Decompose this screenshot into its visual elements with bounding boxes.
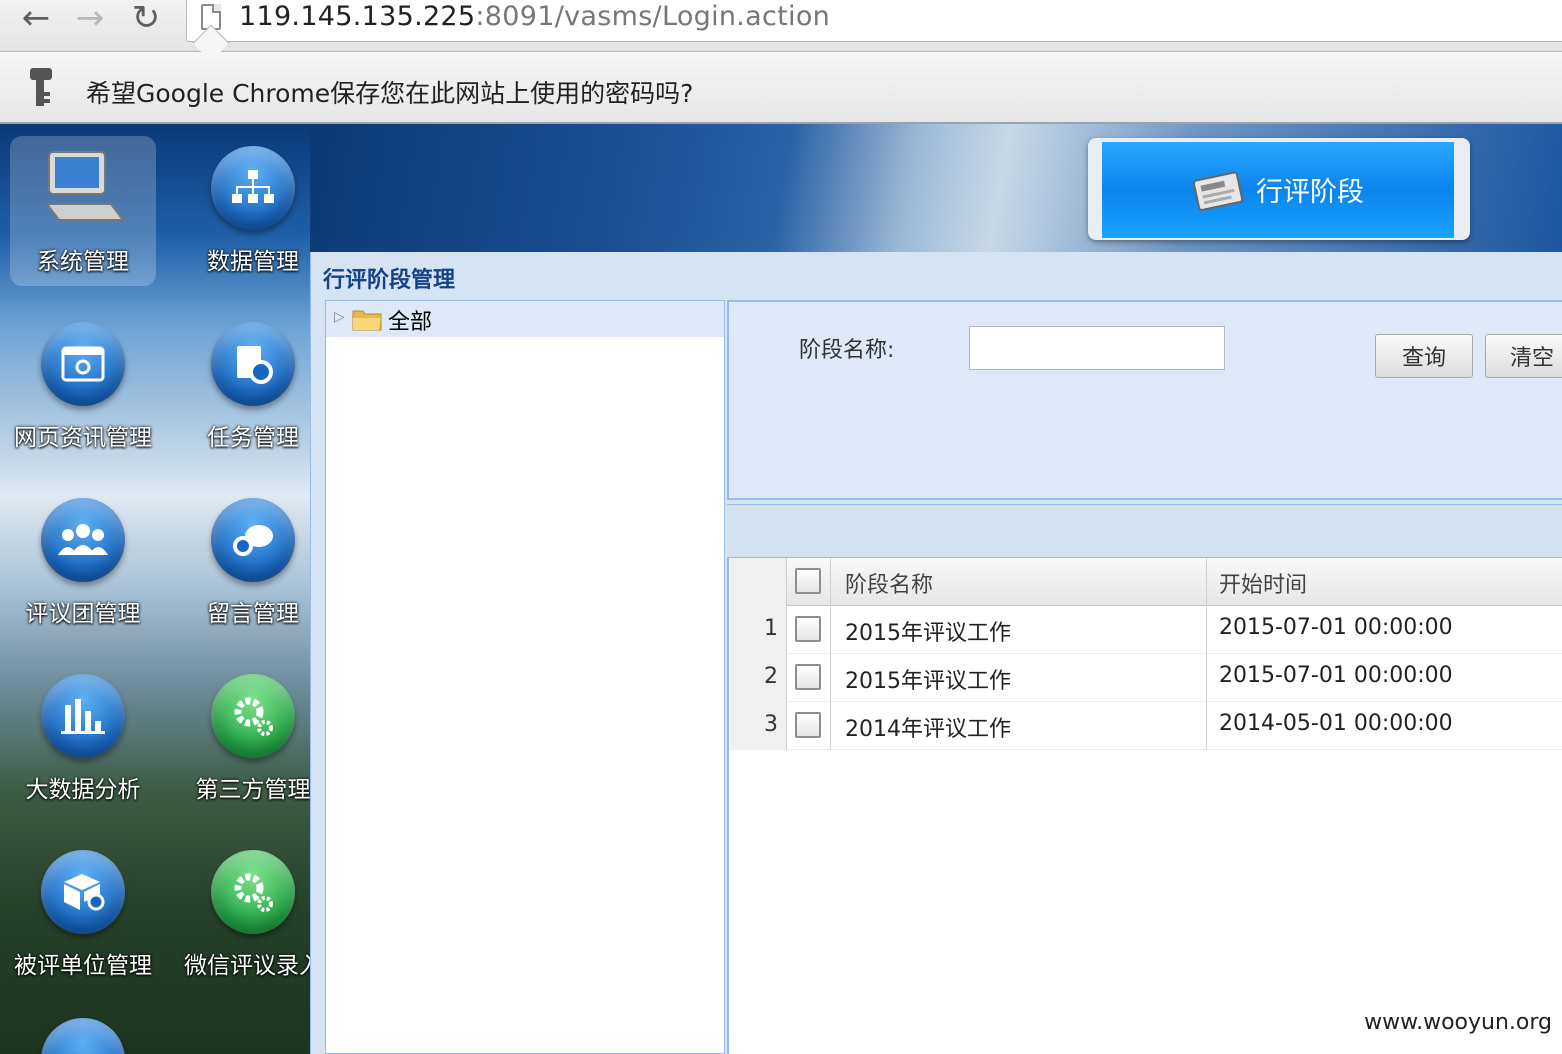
stage-management-window: 行评阶段管理 ▷ 全部 阶段名称: 查询 清空 阶段名称 开始时间 1 2015… [310, 252, 1562, 1054]
grid-header: 阶段名称 开始时间 [729, 558, 1562, 606]
gears-icon [211, 674, 295, 758]
select-all-cell [787, 558, 831, 606]
group-icon [41, 498, 125, 582]
query-button[interactable]: 查询 [1375, 334, 1473, 378]
folder-icon [352, 310, 382, 331]
bar-chart-icon [41, 674, 125, 758]
address-bar[interactable]: 119.145.135.225:8091/vasms/Login.action [186, 0, 1562, 42]
desktop-item-more[interactable] [10, 1008, 156, 1054]
desktop-label: 网页资讯管理 [14, 425, 152, 451]
clear-button[interactable]: 清空 [1485, 334, 1562, 378]
row-number: 3 [729, 702, 787, 750]
table-row[interactable]: 2 2015年评议工作 2015-07-01 00:00:00 [729, 654, 1562, 702]
row-number: 2 [729, 654, 787, 702]
url-host: 119.145.135.225 [239, 1, 476, 32]
message-icon [211, 498, 295, 582]
module-banner: 行评阶段 [1088, 138, 1470, 240]
expand-arrow-icon[interactable]: ▷ [334, 309, 345, 325]
desktop-item-panel[interactable]: 评议团管理 [10, 488, 156, 638]
desktop-item-task[interactable]: 任务管理 [180, 312, 326, 462]
desktop-item-wechat[interactable]: 微信评议录入 [180, 840, 326, 990]
box-settings-icon [41, 850, 125, 934]
row-check-cell [787, 702, 831, 750]
stage-name-cell: 2015年评议工作 [833, 654, 1207, 702]
content-panel: 阶段名称: 查询 清空 阶段名称 开始时间 1 2015年评议工作 2015-0… [727, 300, 1562, 1054]
column-header-name[interactable]: 阶段名称 [833, 558, 1207, 606]
stage-name-cell: 2015年评议工作 [833, 606, 1207, 654]
desktop-item-system[interactable]: 系统管理 [10, 136, 156, 286]
tree-node-all[interactable]: ▷ 全部 [326, 301, 724, 337]
key-icon [30, 68, 52, 106]
watermark: www.wooyun.org [1364, 1010, 1552, 1035]
window-title: 行评阶段管理 [323, 268, 456, 293]
desktop-label: 评议团管理 [25, 601, 141, 627]
app-desktop: 系统管理 数据管理 网页资讯管理 任务管理 评议团管理 留言管理 大数据分析 第… [0, 124, 1562, 1054]
column-header-start[interactable]: 开始时间 [1207, 558, 1562, 606]
browser-toolbar: ← → ↻ 119.145.135.225:8091/vasms/Login.a… [0, 0, 1562, 52]
banner-title: 行评阶段 [1256, 177, 1364, 208]
table-row[interactable]: 3 2014年评议工作 2014-05-01 00:00:00 [729, 702, 1562, 750]
row-checkbox[interactable] [795, 664, 821, 690]
computer-icon [45, 151, 125, 221]
start-time-cell: 2015-07-01 00:00:00 [1219, 663, 1453, 688]
desktop-item-units[interactable]: 被评单位管理 [10, 840, 156, 990]
password-prompt-text: 希望Google Chrome保存您在此网站上使用的密码吗? [86, 79, 694, 108]
stage-name-label: 阶段名称: [799, 338, 895, 363]
document-icon [1192, 171, 1244, 211]
rownumber-header [729, 558, 787, 606]
url-text[interactable]: 119.145.135.225:8091/vasms/Login.action [239, 1, 830, 32]
desktop-item-data[interactable]: 数据管理 [180, 136, 326, 286]
reload-icon[interactable]: ↻ [124, 0, 168, 38]
search-form: 阶段名称: 查询 清空 [727, 300, 1562, 500]
tree-panel: ▷ 全部 [325, 300, 725, 1054]
chart-icon [41, 1018, 125, 1054]
row-number: 1 [729, 606, 787, 654]
desktop-label: 被评单位管理 [14, 953, 152, 979]
desktop-item-analytics[interactable]: 大数据分析 [10, 664, 156, 814]
tree-node-label: 全部 [388, 310, 433, 335]
url-path: :8091/vasms/Login.action [475, 1, 831, 32]
web-settings-icon [41, 322, 125, 406]
table-row[interactable]: 1 2015年评议工作 2015-07-01 00:00:00 [729, 606, 1562, 654]
desktop-item-third-party[interactable]: 第三方管理 [180, 664, 326, 814]
gears-icon [211, 850, 295, 934]
stage-name-input[interactable] [969, 326, 1225, 370]
task-settings-icon [211, 322, 295, 406]
desktop-item-message[interactable]: 留言管理 [180, 488, 326, 638]
sitemap-icon [211, 146, 295, 230]
start-time-cell: 2015-07-01 00:00:00 [1219, 615, 1453, 640]
banner-face: 行评阶段 [1102, 142, 1454, 238]
row-checkbox[interactable] [795, 616, 821, 642]
desktop-label: 系统管理 [37, 249, 129, 275]
row-check-cell [787, 606, 831, 654]
row-check-cell [787, 654, 831, 702]
back-icon[interactable]: ← [14, 0, 58, 38]
grid-toolbar [727, 504, 1562, 558]
select-all-checkbox[interactable] [795, 568, 821, 594]
row-checkbox[interactable] [795, 712, 821, 738]
desktop-item-web-info[interactable]: 网页资讯管理 [10, 312, 156, 462]
desktop-label: 大数据分析 [25, 777, 141, 803]
stage-grid: 阶段名称 开始时间 1 2015年评议工作 2015-07-01 00:00:0… [727, 558, 1562, 1054]
forward-icon[interactable]: → [68, 0, 112, 38]
start-time-cell: 2014-05-01 00:00:00 [1219, 711, 1453, 736]
stage-name-cell: 2014年评议工作 [833, 702, 1207, 750]
